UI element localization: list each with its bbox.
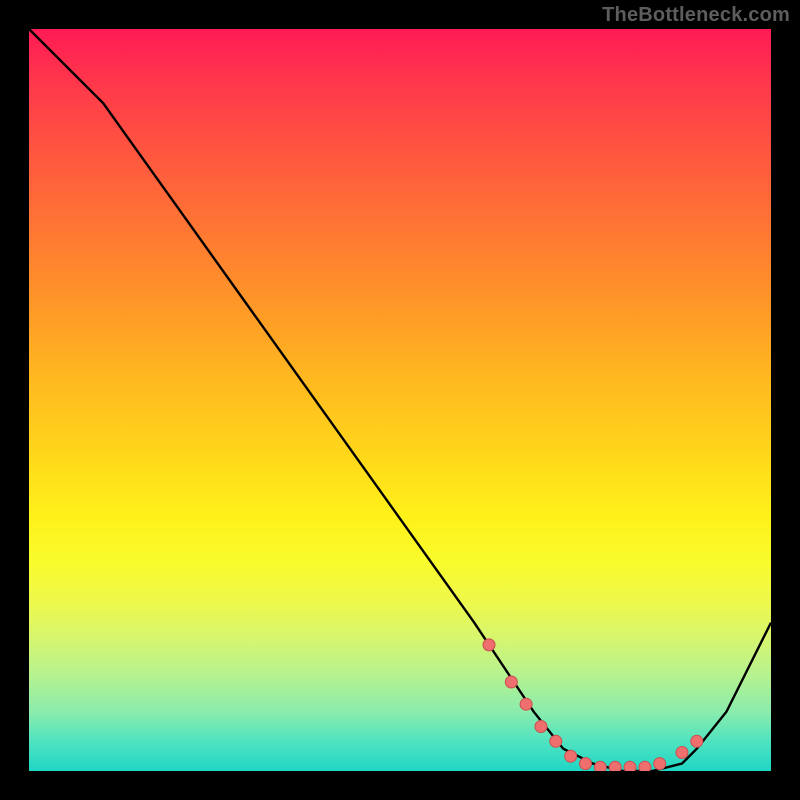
curve-line	[29, 29, 771, 771]
curve-marker	[520, 698, 532, 710]
curve-marker	[639, 761, 651, 771]
bottleneck-curve	[29, 29, 771, 771]
curve-marker	[691, 735, 703, 747]
curve-markers	[483, 639, 703, 771]
curve-marker	[505, 676, 517, 688]
curve-marker	[624, 761, 636, 771]
curve-marker	[609, 761, 621, 771]
curve-marker	[594, 761, 606, 771]
curve-marker	[654, 758, 666, 770]
curve-marker	[535, 721, 547, 733]
chart-stage: TheBottleneck.com	[0, 0, 800, 800]
curve-marker	[676, 747, 688, 759]
curve-marker	[580, 758, 592, 770]
plot-area	[29, 29, 771, 771]
attribution-text: TheBottleneck.com	[602, 4, 790, 27]
curve-marker	[565, 750, 577, 762]
curve-marker	[550, 735, 562, 747]
curve-marker	[483, 639, 495, 651]
